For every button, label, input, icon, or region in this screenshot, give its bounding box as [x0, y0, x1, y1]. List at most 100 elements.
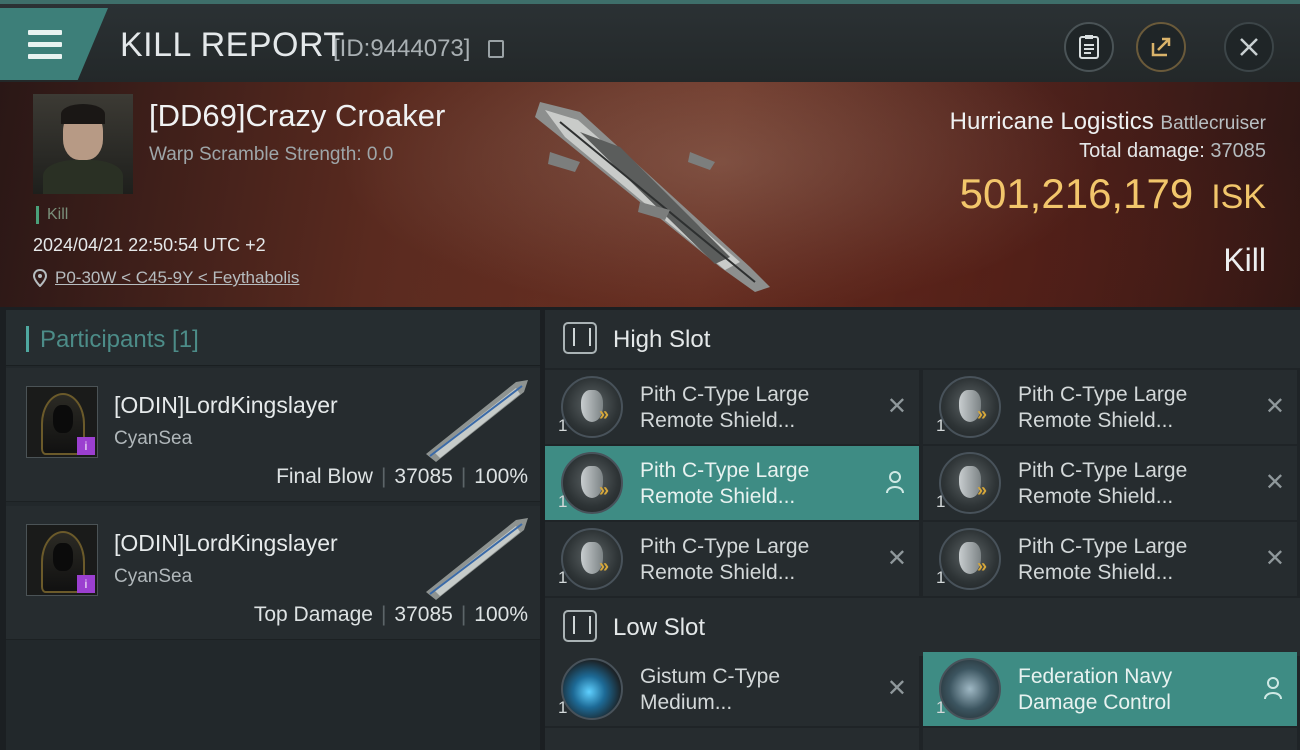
- kill-timestamp: 2024/04/21 22:50:54 UTC +2: [33, 235, 266, 255]
- ship-class-text: Battlecruiser: [1160, 113, 1266, 134]
- destroyed-x-icon: ✕: [886, 393, 907, 420]
- module-item[interactable]: » 1 Pith C-Type Large Remote Shield... ✕: [545, 370, 919, 444]
- share-button[interactable]: [1136, 22, 1186, 72]
- report-id: [ID:9444073]: [333, 35, 471, 62]
- participant-name: [ODIN]LordKingslayer: [114, 392, 338, 418]
- share-icon: [1151, 37, 1171, 57]
- participant-percent: 100%: [474, 603, 528, 626]
- damage-control-icon: [939, 658, 1001, 720]
- clipboard-button[interactable]: [1064, 22, 1114, 72]
- victim-portrait[interactable]: [33, 94, 133, 194]
- low-slot-icon: [563, 610, 597, 642]
- implant-badge-icon: i: [77, 575, 95, 593]
- participant-ship-image: [426, 518, 528, 600]
- module-qty: 1: [558, 416, 568, 435]
- kill-tag: Kill: [36, 206, 68, 224]
- participant-card[interactable]: i [ODIN]LordKingslayer CyanSea Top Damag…: [6, 506, 540, 640]
- module-item[interactable]: 1 Gistum C-Type Medium... ✕: [545, 652, 919, 726]
- participant-role: Top Damage: [253, 603, 373, 626]
- page-title: KILL REPORT: [120, 26, 345, 64]
- module-item[interactable]: » 1 Pith C-Type Large Remote Shield... ✕: [923, 370, 1297, 444]
- module-name-line2: Remote Shield...: [640, 485, 796, 508]
- participant-stats: Final Blow | 37085 | 100%: [276, 465, 528, 488]
- low-slot-header: Low Slot: [545, 598, 1300, 656]
- module-name-line2: Damage Control: [1018, 691, 1171, 714]
- victim-banner: [DD69]Crazy Croaker Warp Scramble Streng…: [0, 82, 1300, 307]
- participant-role: Final Blow: [276, 465, 373, 488]
- module-name-line2: Remote Shield...: [640, 409, 796, 432]
- low-slot-label: Low Slot: [613, 614, 706, 641]
- module-name-line1: Pith C-Type Large: [640, 383, 810, 406]
- total-damage-label: Total damage:: [1079, 140, 1205, 162]
- result-label: Kill: [1223, 242, 1266, 278]
- participant-name: [ODIN]LordKingslayer: [114, 530, 338, 556]
- module-name: Pith C-Type Large Remote Shield...: [640, 458, 809, 510]
- module-item[interactable]: » 1 Pith C-Type Large Remote Shield...: [545, 446, 919, 520]
- participants-header: Participants [1]: [6, 310, 540, 366]
- module-qty: 1: [936, 568, 946, 587]
- high-slot-icon: [563, 322, 597, 354]
- module-item[interactable]: 1 Federation Navy Damage Control: [923, 652, 1297, 726]
- ship-name-text: Hurricane Logistics: [949, 108, 1154, 135]
- module-qty: 1: [558, 568, 568, 587]
- close-button[interactable]: [1224, 22, 1274, 72]
- module-name: Pith C-Type Large Remote Shield...: [1018, 458, 1187, 510]
- module-qty: 1: [936, 416, 946, 435]
- shield-booster-icon: »: [561, 528, 623, 590]
- total-damage: Total damage: 37085: [1079, 140, 1266, 163]
- copy-icon[interactable]: [488, 40, 504, 58]
- module-name: Federation Navy Damage Control: [1018, 664, 1172, 716]
- module-name-line2: Remote Shield...: [1018, 485, 1174, 508]
- participants-panel: Participants [1] i [ODIN]LordKingslayer …: [6, 310, 540, 750]
- participants-title: Participants [1]: [40, 326, 199, 353]
- dropped-person-icon: [886, 471, 904, 494]
- destroyed-x-icon: ✕: [886, 675, 907, 702]
- destroyed-x-icon: ✕: [1264, 545, 1285, 572]
- module-name-line2: Remote Shield...: [640, 561, 796, 584]
- participant-ship-image: [426, 380, 528, 462]
- victim-ship-name[interactable]: Hurricane Logistics Battlecruiser: [950, 108, 1266, 136]
- shield-booster-icon: »: [561, 452, 623, 514]
- destroyed-x-icon: ✕: [1264, 393, 1285, 420]
- location-pin-icon: [33, 269, 47, 287]
- module-name-line2: Remote Shield...: [1018, 409, 1174, 432]
- module-name-line1: Gistum C-Type: [640, 665, 781, 688]
- high-slot-label: High Slot: [613, 326, 711, 353]
- module-name-line1: Federation Navy: [1018, 665, 1173, 688]
- module-item[interactable]: » 1 Pith C-Type Large Remote Shield... ✕: [545, 522, 919, 596]
- module-name-line1: Pith C-Type Large: [640, 459, 810, 482]
- participant-damage: 37085: [394, 465, 453, 488]
- high-slot-header: High Slot: [545, 310, 1300, 368]
- module-item[interactable]: » 1 Pith C-Type Large Remote Shield... ✕: [923, 522, 1297, 596]
- module-item-partial[interactable]: [923, 728, 1297, 750]
- module-qty: 1: [936, 492, 946, 511]
- module-qty: 1: [558, 492, 568, 511]
- location-link[interactable]: P0-30W < C45-9Y < Feythabolis: [55, 268, 299, 288]
- module-item[interactable]: » 1 Pith C-Type Large Remote Shield... ✕: [923, 446, 1297, 520]
- participant-card[interactable]: i [ODIN]LordKingslayer CyanSea Final Blo…: [6, 368, 540, 502]
- participant-percent: 100%: [474, 465, 528, 488]
- implant-badge-icon: i: [77, 437, 95, 455]
- isk-amount: 501,216,179: [959, 170, 1194, 217]
- warp-scramble-strength: Warp Scramble Strength: 0.0: [149, 144, 394, 165]
- shield-booster-icon: »: [939, 452, 1001, 514]
- module-name: Pith C-Type Large Remote Shield...: [1018, 382, 1187, 434]
- participant-avatar[interactable]: i: [26, 386, 98, 458]
- participant-corp: CyanSea: [114, 566, 193, 587]
- header-bar: KILL REPORT [ID:9444073]: [0, 0, 1300, 82]
- victim-name[interactable]: [DD69]Crazy Croaker: [149, 98, 445, 134]
- module-name-line1: Pith C-Type Large: [1018, 535, 1188, 558]
- module-name-line1: Pith C-Type Large: [640, 535, 810, 558]
- isk-value: 501,216,179 ISK: [960, 170, 1266, 218]
- module-name-line2: Remote Shield...: [1018, 561, 1174, 584]
- victim-ship-image[interactable]: [520, 92, 790, 297]
- shield-booster-icon: »: [939, 376, 1001, 438]
- participant-damage: 37085: [394, 603, 453, 626]
- module-item-partial[interactable]: [545, 728, 919, 750]
- menu-button[interactable]: [0, 8, 108, 80]
- module-name-line1: Pith C-Type Large: [1018, 383, 1188, 406]
- module-name-line2: Medium...: [640, 691, 733, 714]
- participant-avatar[interactable]: i: [26, 524, 98, 596]
- fitting-panel: High Slot » 1 Pith C-Type Large Remote Sh…: [545, 310, 1300, 750]
- participant-stats: Top Damage | 37085 | 100%: [253, 603, 528, 626]
